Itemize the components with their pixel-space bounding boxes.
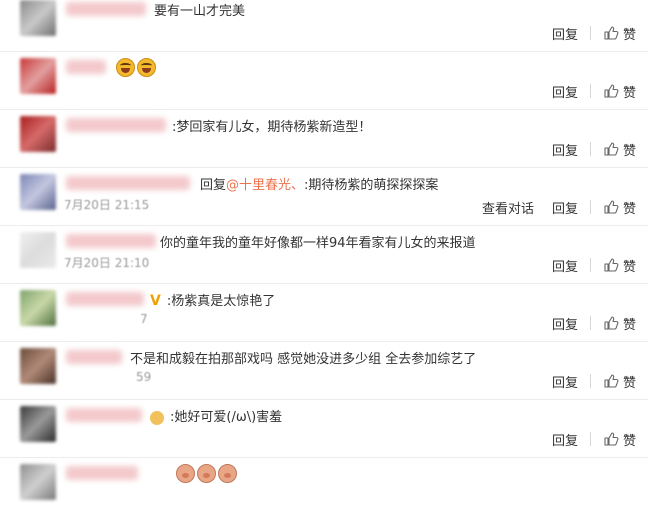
avatar[interactable]: [20, 232, 56, 268]
comment-text: :她好可爱(/ω\)害羞: [150, 406, 282, 425]
like-label: 赞: [622, 375, 636, 391]
comment-item: 要有一山才完美 回复 赞: [0, 0, 648, 52]
divider: [589, 142, 591, 156]
thumbs-up-icon: [604, 84, 619, 98]
reply-button[interactable]: 回复: [552, 256, 578, 275]
like-button[interactable]: 赞: [603, 372, 636, 391]
divider: [589, 374, 591, 388]
reply-button[interactable]: 回复: [552, 24, 578, 43]
reply-button[interactable]: 回复: [552, 430, 578, 449]
comment-text: 你的童年我的童年好像都一样94年看家有儿女的来报道: [160, 236, 476, 251]
comment-item: V:杨紫真是太惊艳了 7 回复 赞: [0, 284, 648, 342]
divider: [589, 258, 591, 272]
username[interactable]: [66, 350, 122, 364]
comment-item: [0, 458, 648, 516]
username[interactable]: [66, 408, 142, 422]
laugh-emoji-icon: [116, 58, 135, 77]
like-button[interactable]: 赞: [603, 256, 636, 275]
comment-text: 不是和成毅在拍那部戏吗 感觉她没进多少组 全去参加综艺了: [130, 352, 477, 367]
comment-text: [116, 58, 158, 77]
avatar[interactable]: [20, 464, 56, 500]
timestamp: 7: [140, 312, 148, 326]
like-button[interactable]: 赞: [603, 430, 636, 449]
comment-text: V:杨紫真是太惊艳了: [150, 293, 276, 309]
divider: [589, 200, 591, 214]
comment-text: 回复@十里春光、:期待杨紫的萌探探探案: [200, 178, 439, 193]
like-label: 赞: [622, 143, 636, 159]
divider: [589, 432, 591, 446]
like-label: 赞: [622, 201, 636, 217]
thumbs-up-icon: [604, 142, 619, 156]
divider: [589, 26, 591, 40]
comment-actions: 回复 赞: [552, 24, 636, 43]
comment-actions: 回复 赞: [552, 314, 636, 333]
thumbs-up-icon: [604, 26, 619, 40]
like-label: 赞: [622, 85, 636, 101]
reply-button[interactable]: 回复: [552, 82, 578, 101]
comment-item: :梦回家有儿女，期待杨紫新造型！ 回复 赞: [0, 110, 648, 168]
comment-item: 回复 赞: [0, 52, 648, 110]
username[interactable]: [66, 466, 138, 480]
avatar[interactable]: [20, 0, 56, 36]
thumbs-up-icon: [604, 258, 619, 272]
avatar[interactable]: [20, 116, 56, 152]
thumbs-up-icon: [604, 316, 619, 330]
username[interactable]: [66, 2, 146, 16]
comment-item: 回复@十里春光、:期待杨紫的萌探探探案 7月20日 21:15 查看对话 回复 …: [0, 168, 648, 226]
username[interactable]: [66, 60, 106, 74]
comment-text: :梦回家有儿女，期待杨紫新造型！: [172, 120, 372, 135]
comment-text: [176, 464, 239, 483]
comment-actions: 回复 赞: [552, 140, 636, 159]
username[interactable]: [66, 292, 144, 306]
username[interactable]: [66, 234, 156, 248]
laugh-emoji-icon: [137, 58, 156, 77]
comment-actions: 回复 赞: [552, 82, 636, 101]
timestamp: 7月20日 21:10: [64, 256, 150, 270]
like-button[interactable]: 赞: [603, 24, 636, 43]
avatar[interactable]: [20, 348, 56, 384]
username[interactable]: [66, 118, 166, 132]
avatar[interactable]: [20, 174, 56, 210]
shy-face-icon: [150, 410, 164, 425]
like-button[interactable]: 赞: [603, 198, 636, 217]
comment-actions: 回复 赞: [552, 430, 636, 449]
divider: [589, 316, 591, 330]
pig-emoji-icon: [218, 464, 237, 483]
like-button[interactable]: 赞: [603, 314, 636, 333]
verified-badge-icon: V: [150, 293, 161, 309]
timestamp: 59: [136, 370, 152, 384]
avatar[interactable]: [20, 58, 56, 94]
avatar[interactable]: [20, 290, 56, 326]
timestamp: 7月20日 21:15: [64, 198, 150, 212]
avatar[interactable]: [20, 406, 56, 442]
like-label: 赞: [622, 27, 636, 43]
like-label: 赞: [622, 433, 636, 449]
comment-text: 要有一山才完美: [154, 4, 246, 19]
comment-item: :她好可爱(/ω\)害羞 回复 赞: [0, 400, 648, 458]
pig-emoji-icon: [176, 464, 195, 483]
reply-button[interactable]: 回复: [552, 372, 578, 391]
like-button[interactable]: 赞: [603, 82, 636, 101]
like-button[interactable]: 赞: [603, 140, 636, 159]
reply-button[interactable]: 回复: [552, 140, 578, 159]
comment-actions: 查看对话 回复 赞: [482, 198, 636, 217]
reply-button[interactable]: 回复: [552, 314, 578, 333]
comment-item: 不是和成毅在拍那部戏吗 感觉她没进多少组 全去参加综艺了 59 回复 赞: [0, 342, 648, 400]
like-label: 赞: [622, 259, 636, 275]
thumbs-up-icon: [604, 200, 619, 214]
like-label: 赞: [622, 317, 636, 333]
comment-actions: 回复 赞: [552, 372, 636, 391]
view-conversation-button[interactable]: 查看对话: [482, 198, 534, 217]
pig-emoji-icon: [197, 464, 216, 483]
comment-actions: 回复 赞: [552, 256, 636, 275]
thumbs-up-icon: [604, 374, 619, 388]
comment-item: 你的童年我的童年好像都一样94年看家有儿女的来报道 7月20日 21:10 回复…: [0, 226, 648, 284]
username[interactable]: [66, 176, 190, 190]
reply-button[interactable]: 回复: [552, 198, 578, 217]
thumbs-up-icon: [604, 432, 619, 446]
mention-link[interactable]: @十里春光、: [226, 178, 304, 193]
divider: [589, 84, 591, 98]
